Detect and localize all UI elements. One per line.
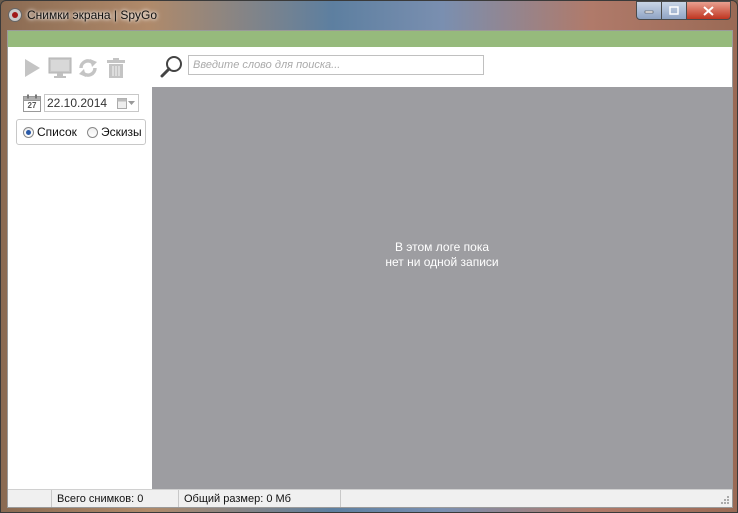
date-dropdown-button[interactable] xyxy=(117,97,135,109)
close-icon xyxy=(703,5,714,16)
date-value: 22.10.2014 xyxy=(47,96,108,110)
app-logo-icon[interactable] xyxy=(8,8,22,22)
view-list-option[interactable]: Список xyxy=(23,125,77,139)
calendar-small-icon xyxy=(117,98,127,109)
status-total: Всего снимков: 0 xyxy=(52,490,179,507)
minimize-button[interactable] xyxy=(636,1,662,20)
empty-message: В этом логе пока нет ни одной записи xyxy=(385,240,498,270)
window-title: Снимки экрана | SpyGo xyxy=(27,8,158,22)
delete-button[interactable] xyxy=(104,56,128,80)
play-button[interactable] xyxy=(20,56,44,80)
toolbar xyxy=(20,55,128,81)
thumbs-radio[interactable] xyxy=(86,126,98,138)
window-controls xyxy=(636,1,731,20)
monitor-icon xyxy=(48,57,72,78)
status-size: Общий размер: 0 Мб xyxy=(179,490,341,507)
list-label: Список xyxy=(37,125,77,139)
empty-line-1: В этом логе пока xyxy=(394,240,490,254)
title-bar[interactable]: Снимки экрана | SpyGo xyxy=(1,1,737,30)
resize-grip-icon[interactable] xyxy=(720,495,730,505)
screen-button[interactable] xyxy=(48,56,72,80)
play-icon xyxy=(25,59,40,77)
empty-line-2: нет ни одной записи xyxy=(385,255,499,269)
left-panel: 27 22.10.2014 Список Эскизы xyxy=(8,47,152,489)
search-input[interactable] xyxy=(188,55,484,75)
client-area: 27 22.10.2014 Список Эскизы Введите слов… xyxy=(7,30,733,508)
view-thumbs-option[interactable]: Эскизы xyxy=(86,125,142,139)
status-bar: Всего снимков: 0 Общий размер: 0 Мб xyxy=(8,489,732,507)
app-window: Снимки экрана | SpyGo 27 22.10.2014 Спис… xyxy=(0,0,738,513)
status-cell-empty xyxy=(8,490,52,507)
search-icon[interactable] xyxy=(160,54,184,78)
calendar-day: 27 xyxy=(27,101,37,110)
view-mode-group: Список Эскизы xyxy=(16,119,146,145)
date-picker: 27 22.10.2014 xyxy=(23,93,139,113)
maximize-icon xyxy=(669,6,679,15)
date-field[interactable]: 22.10.2014 xyxy=(44,94,139,112)
trash-icon xyxy=(107,58,125,78)
calendar-icon[interactable]: 27 xyxy=(23,94,41,112)
thumbs-label: Эскизы xyxy=(100,125,142,139)
list-radio[interactable] xyxy=(23,126,34,138)
accent-bar xyxy=(8,31,732,47)
chevron-down-icon xyxy=(128,100,135,105)
screenshots-view[interactable]: В этом логе пока нет ни одной записи xyxy=(152,87,732,489)
refresh-button[interactable] xyxy=(76,56,100,80)
minimize-icon xyxy=(644,10,654,13)
refresh-icon xyxy=(79,59,97,77)
search-bar xyxy=(152,47,732,87)
close-button[interactable] xyxy=(687,1,731,20)
maximize-button[interactable] xyxy=(662,1,687,20)
